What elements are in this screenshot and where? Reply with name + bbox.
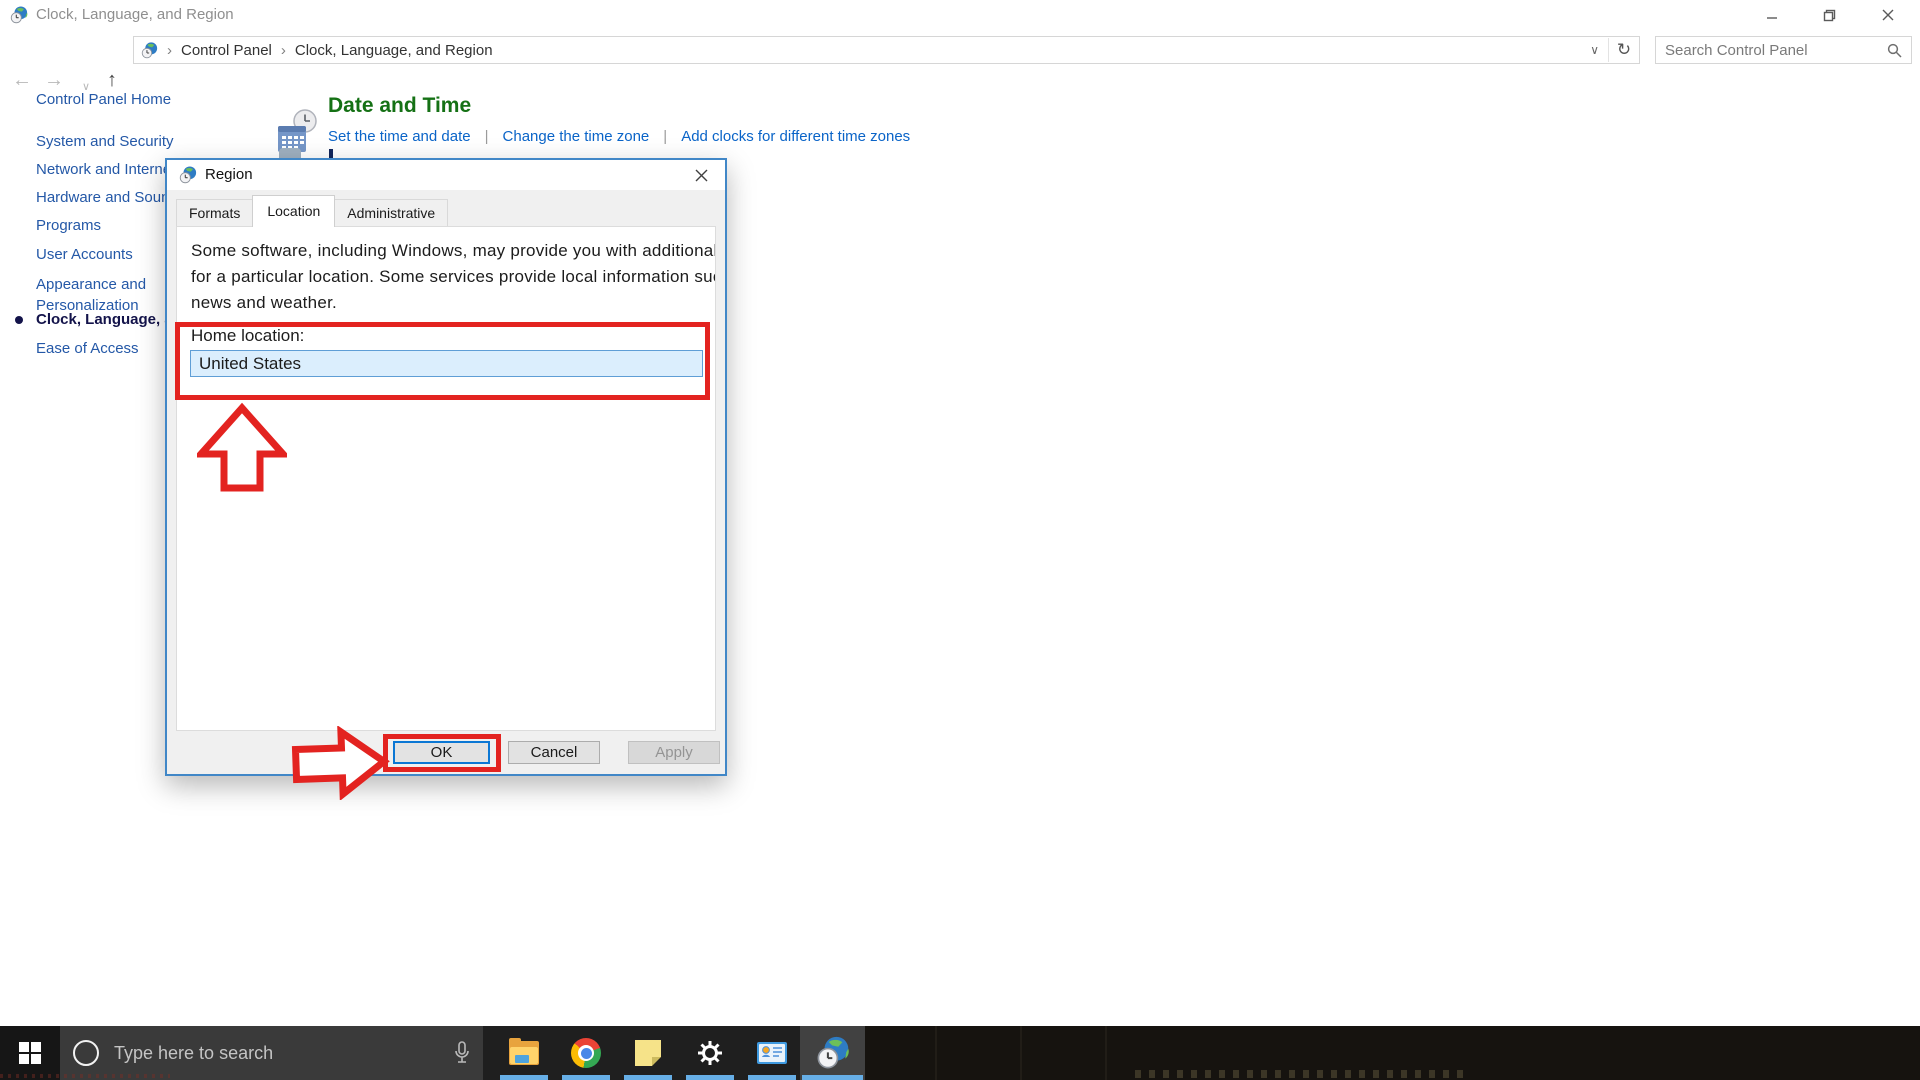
tab-administrative[interactable]: Administrative [334,199,448,227]
contact-card-icon [756,1040,788,1066]
taskbar-settings-icon[interactable] [684,1026,736,1080]
location-intro-text: Some software, including Windows, may pr… [191,238,715,316]
link-set-time-date[interactable]: Set the time and date [328,128,471,145]
partial-language-heading [329,149,333,158]
video-caption-fragment [1135,1070,1465,1078]
refresh-icon[interactable]: ↻ [1609,40,1639,60]
active-item-bullet [15,316,23,324]
seam [935,1026,937,1080]
minimize-button[interactable] [1749,0,1795,30]
date-time-task-links: Set the time and date | Change the time … [328,128,910,145]
taskbar-chrome-icon[interactable] [560,1026,612,1080]
sidebar-item-programs[interactable]: Programs [36,217,101,234]
annotation-box-ok [383,734,501,772]
taskbar-search[interactable]: Type here to search [60,1026,483,1080]
back-icon[interactable]: ← [12,67,32,93]
taskbar-dark-region [865,1026,1920,1080]
background-artifact [0,1074,170,1078]
taskbar-sticky-notes-icon[interactable] [622,1026,674,1080]
taskbar-region-window-icon[interactable] [800,1026,865,1080]
running-indicator [624,1075,672,1080]
sidebar-item-network-internet[interactable]: Network and Internet [36,161,175,178]
section-title-date-and-time[interactable]: Date and Time [328,94,471,118]
breadcrumb-current[interactable]: Clock, Language, and Region [295,42,493,59]
taskbar-contact-card-icon[interactable] [746,1026,798,1080]
sidebar-item-system-security[interactable]: System and Security [36,133,174,150]
region-clock-globe-icon [816,1036,850,1070]
dialog-close-button[interactable] [679,160,723,190]
dialog-title: Region [205,160,253,190]
close-button[interactable] [1865,0,1911,30]
seam [1020,1026,1022,1080]
sidebar-item-control-panel-home[interactable]: Control Panel Home [36,91,171,108]
restore-icon [1823,9,1836,22]
seam [1105,1026,1107,1080]
minimize-icon [1766,9,1778,21]
address-page-icon [141,42,158,59]
annotation-arrow-up [197,402,287,494]
link-add-clocks[interactable]: Add clocks for different time zones [681,128,910,145]
chrome-icon [571,1038,601,1068]
start-button[interactable] [0,1026,60,1080]
intro-line: news and weather. [191,290,715,316]
running-indicator [748,1075,796,1080]
taskbar-search-placeholder: Type here to search [114,1043,454,1064]
intro-line: Some software, including Windows, may pr… [191,238,715,264]
cancel-button[interactable]: Cancel [508,741,600,764]
breadcrumb-chevron-icon: › [281,42,286,59]
address-bar[interactable]: › Control Panel › Clock, Language, and R… [133,36,1640,64]
sidebar-item-appearance-personalization[interactable]: Appearance and Personalization [36,274,181,316]
file-explorer-icon [509,1041,539,1065]
link-change-time-zone[interactable]: Change the time zone [503,128,650,145]
taskbar-file-explorer-icon[interactable] [498,1026,550,1080]
control-panel-window: Clock, Language, and Region ← → ∨ ↑ › Co… [0,0,1920,1080]
region-dialog-icon [179,166,197,184]
cortana-icon [73,1040,99,1066]
address-dropdown-icon[interactable]: ∨ [1590,43,1599,57]
dialog-tabstrip: Formats Location Administrative [176,197,447,227]
sidebar-item-ease-of-access[interactable]: Ease of Access [36,340,139,357]
restore-button[interactable] [1806,0,1852,30]
annotation-arrow-right [289,724,392,801]
close-icon [1882,9,1894,21]
dialog-titlebar: Region [167,160,725,190]
search-icon[interactable] [1887,43,1902,58]
running-indicator [802,1075,863,1080]
search-box [1655,36,1912,64]
sidebar-item-hardware-sound[interactable]: Hardware and Sound [36,189,178,206]
apply-button: Apply [628,741,720,764]
navigation-bar: ← → ∨ ↑ › Control Panel › Clock, Languag… [0,30,1920,70]
sidebar-item-user-accounts[interactable]: User Accounts [36,246,133,263]
search-input[interactable] [1656,41,1887,60]
microphone-icon[interactable] [454,1041,470,1065]
sticky-notes-icon [635,1040,661,1066]
tab-location[interactable]: Location [252,195,335,227]
tab-formats[interactable]: Formats [176,199,253,227]
window-titlebar: Clock, Language, and Region [0,0,1920,30]
breadcrumb-control-panel[interactable]: Control Panel [181,42,272,59]
running-indicator [562,1075,610,1080]
clock-region-icon [10,6,28,24]
annotation-box-home-location [175,322,710,400]
running-indicator [500,1075,548,1080]
taskbar: Type here to search [0,1026,1920,1080]
link-separator: | [485,128,489,145]
close-icon [695,169,708,182]
link-separator: | [663,128,667,145]
intro-line: for a particular location. Some services… [191,264,715,290]
running-indicator [686,1075,734,1080]
windows-logo-icon [19,1042,41,1064]
breadcrumb-chevron-icon: › [167,42,172,59]
window-title: Clock, Language, and Region [36,0,234,30]
gear-icon [695,1038,725,1068]
